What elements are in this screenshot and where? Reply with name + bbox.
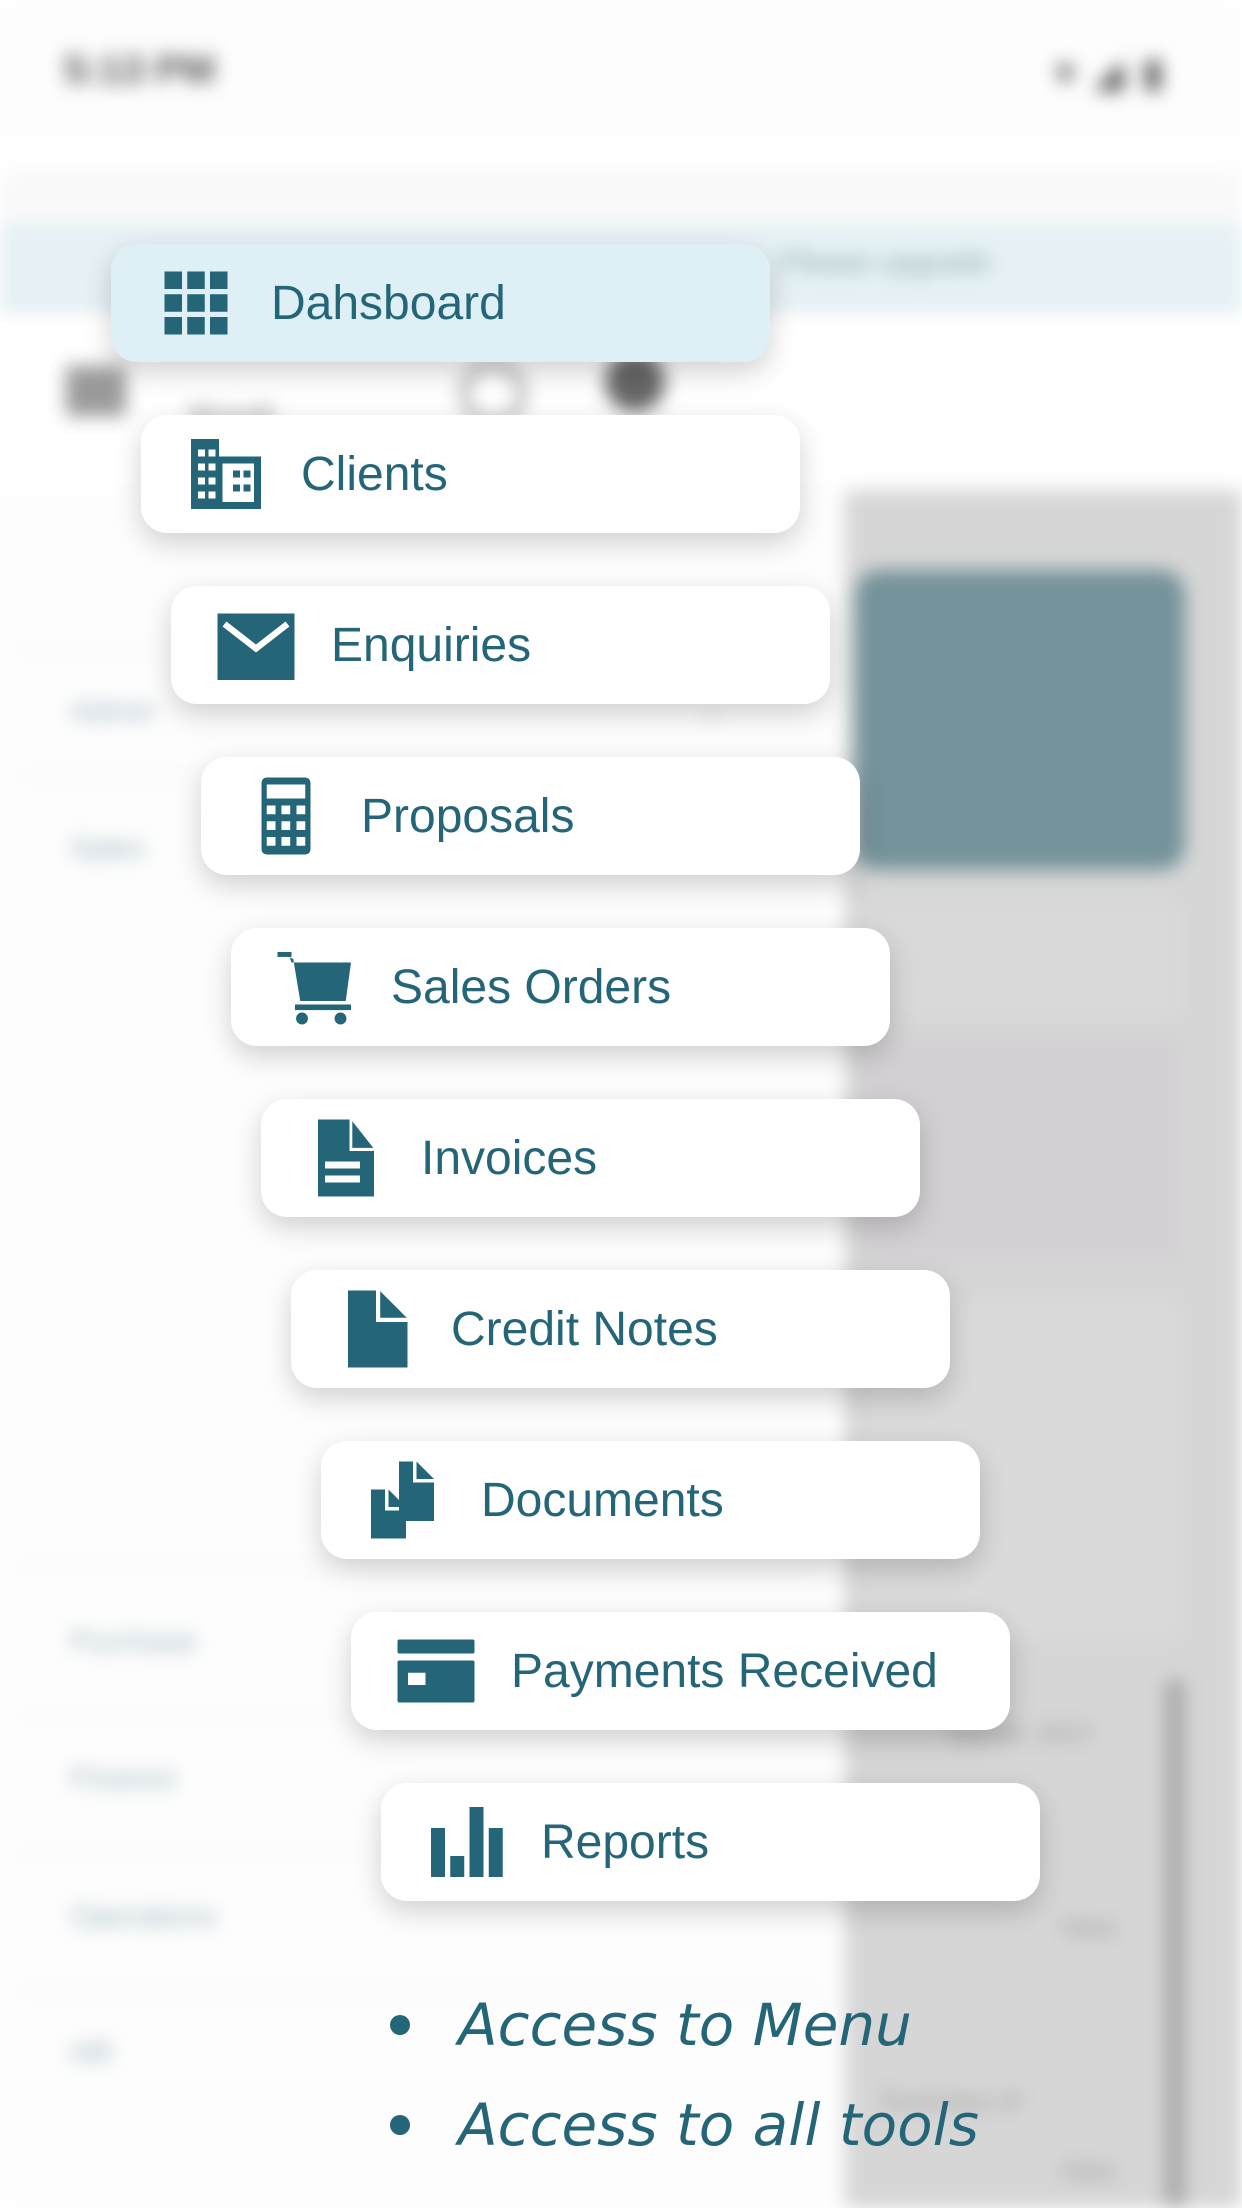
menu-item-label: Sales Orders (391, 960, 672, 1014)
menu-item-payments-received[interactable]: Payments Received (351, 1612, 1010, 1730)
background-card (860, 900, 1180, 1020)
sidebar-item: Finance (70, 1762, 177, 1795)
bar-chart-icon (421, 1797, 511, 1887)
bullet-icon (390, 2115, 410, 2135)
sidebar-item: Operations (70, 1900, 217, 1933)
wifi-icon: ▾ (1055, 51, 1094, 95)
menu-item-label: Credit Notes (451, 1302, 718, 1356)
status-bar: 5:13 PM ▾◢▮ (0, 0, 1242, 140)
menu-item-label: Documents (481, 1473, 724, 1527)
caption-item: Access to all tools (390, 2075, 979, 2175)
menu-item-label: Enquiries (331, 618, 532, 672)
menu-item-documents[interactable]: Documents (321, 1441, 980, 1559)
calculator-icon (241, 771, 331, 861)
menu-item-label: Dahsboard (271, 276, 506, 330)
menu-item-credit-notes[interactable]: Credit Notes (291, 1270, 950, 1388)
menu-item-reports[interactable]: Reports (381, 1783, 1040, 1901)
hamburger-icon (66, 366, 126, 416)
background-teal-card (855, 570, 1185, 870)
caption-item: Access to Menu (390, 1975, 979, 2075)
menu-item-enquiries[interactable]: Enquiries (171, 586, 830, 704)
status-time: 5:13 PM (64, 48, 216, 92)
grid-icon (151, 258, 241, 348)
menu-item-label: Proposals (361, 789, 575, 843)
battery-icon: ▮ (1141, 51, 1182, 95)
status-icons: ▾◢▮ (1055, 50, 1182, 96)
menu-item-clients[interactable]: Clients (141, 415, 800, 533)
document-icon (301, 1113, 391, 1203)
menu-item-label: Reports (541, 1815, 710, 1869)
sidebar-item: Admin (70, 695, 156, 728)
sidebar-item: HR (70, 2037, 114, 2070)
menu-item-label: Invoices (421, 1131, 598, 1185)
envelope-icon (211, 600, 301, 690)
divider (20, 1565, 820, 1567)
menu-item-sales-orders[interactable]: Sales Orders (231, 928, 890, 1046)
signal-icon: ◢ (1093, 51, 1142, 95)
building-icon (181, 429, 271, 519)
file-icon (331, 1284, 421, 1374)
menu-item-proposals[interactable]: Proposals (201, 757, 860, 875)
content-text: View (1060, 1912, 1116, 1942)
sidebar-item: Purchase (70, 1625, 197, 1658)
cart-icon (271, 942, 361, 1032)
feature-captions: Access to Menu Access to all tools (390, 1975, 979, 2175)
files-icon (361, 1455, 451, 1545)
top-bar (0, 170, 1242, 220)
menu-item-dashboard[interactable]: Dahsboard (111, 244, 770, 362)
credit-card-icon (391, 1626, 481, 1716)
sidebar-item: Sales (70, 832, 146, 865)
banner-text: Please upgrade (780, 246, 991, 279)
background-scrollbar (1165, 1680, 1185, 2208)
caption-text: Access to Menu (458, 1991, 912, 2059)
menu-item-label: Payments Received (511, 1644, 938, 1698)
content-text: View (1060, 2155, 1116, 2185)
bullet-icon (390, 2015, 410, 2035)
menu-item-label: Clients (301, 447, 448, 501)
menu-item-invoices[interactable]: Invoices (261, 1099, 920, 1217)
caption-text: Access to all tools (458, 2091, 979, 2159)
